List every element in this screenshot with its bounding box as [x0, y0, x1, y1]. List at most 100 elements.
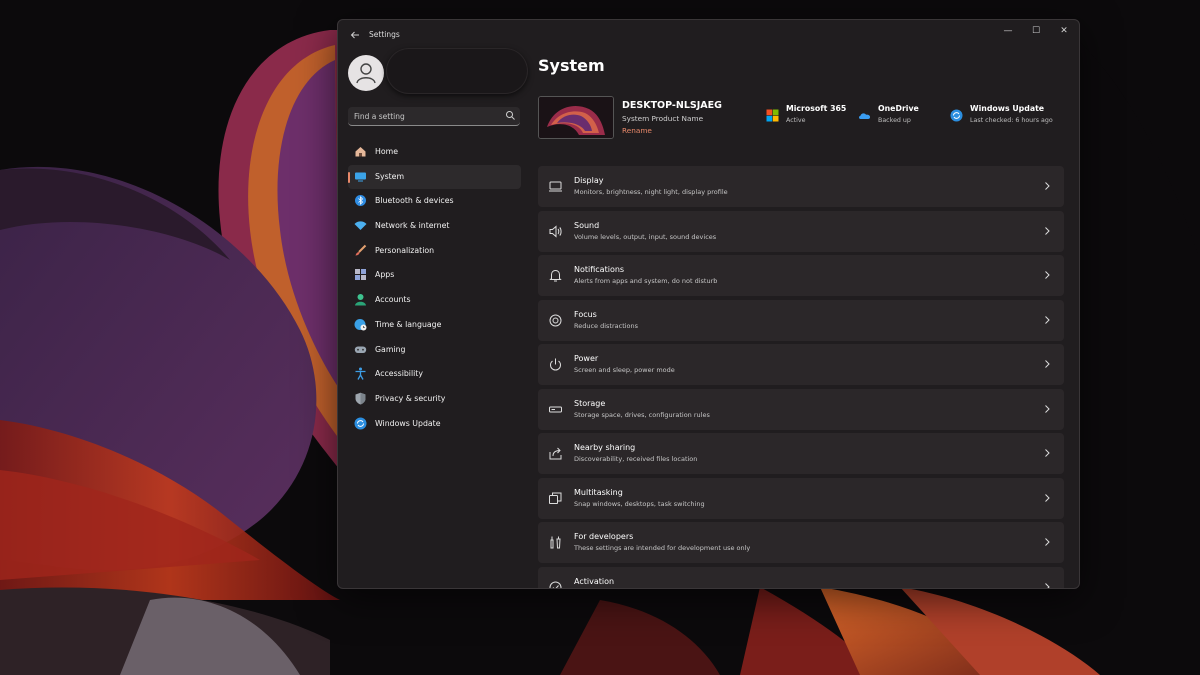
shield-icon: [355, 392, 366, 405]
settings-card-nearby-sharing[interactable]: Nearby sharing Discoverability, received…: [538, 433, 1064, 474]
maximize-button[interactable]: ☐: [1022, 20, 1050, 42]
microsoft-365-icon: [766, 109, 779, 122]
sidebar-item-label: Personalization: [375, 245, 435, 255]
update-icon: [354, 417, 367, 430]
settings-card-focus[interactable]: Focus Reduce distractions: [538, 299, 1064, 341]
wallpaper-preview: [539, 97, 613, 138]
sidebar-item-label: Bluetooth & devices: [375, 196, 454, 206]
sidebar-item-accessibility[interactable]: Accessibility: [348, 362, 521, 387]
chevron-right-icon: [1045, 226, 1050, 235]
sidebar-item-accounts[interactable]: Accounts: [348, 288, 521, 313]
card-subtitle: Snap windows, desktops, task switching: [574, 499, 705, 508]
chevron-right-icon: [1045, 271, 1050, 279]
chevron-right-icon: [1045, 582, 1050, 588]
card-subtitle: Alerts from apps and system, do not dist…: [574, 277, 718, 285]
home-icon: [355, 147, 366, 157]
sidebar-item-bluetooth[interactable]: Bluetooth & devices: [348, 189, 521, 214]
bluetooth-icon: [355, 195, 366, 207]
card-subtitle: Monitors, brightness, night light, displ…: [574, 188, 728, 196]
window-title: Settings: [369, 30, 400, 39]
sidebar-item-label: System: [375, 171, 405, 181]
card-subtitle: Discoverability, received files location: [574, 455, 698, 463]
chevron-right-icon: [1045, 315, 1050, 324]
sidebar-item-label: Apps: [375, 270, 395, 280]
card-title: Multitasking: [574, 487, 623, 497]
card-title: Activation: [574, 576, 615, 586]
share-icon: [549, 447, 562, 460]
card-subtitle: Reduce distractions: [574, 321, 639, 330]
brush-icon: [355, 244, 367, 256]
sidebar-item-label: Gaming: [375, 344, 406, 354]
accessibility-icon: [355, 367, 366, 381]
windows-update-icon: [950, 109, 963, 122]
storage-icon: [549, 406, 562, 412]
sidebar-item-system[interactable]: System: [348, 164, 521, 190]
globe-clock-icon: [354, 318, 367, 331]
chevron-right-icon: [1045, 449, 1050, 457]
sidebar-item-label: Home: [375, 147, 399, 156]
back-button[interactable]: [346, 26, 364, 44]
minimize-button[interactable]: —: [994, 20, 1022, 42]
desktop-wallpaper-thumbnail[interactable]: [538, 96, 614, 139]
card-subtitle: Volume levels, output, input, sound devi…: [574, 232, 717, 241]
settings-card-notifications[interactable]: Notifications Alerts from apps and syste…: [538, 255, 1064, 296]
redacted-user-name: [386, 48, 528, 94]
focus-icon: [549, 314, 562, 326]
sidebar-item-home[interactable]: Home: [348, 140, 521, 165]
settings-window: Settings — ☐ ✕ Home: [337, 19, 1080, 589]
settings-card-for-developers[interactable]: For developers These settings are intend…: [538, 522, 1064, 563]
close-button[interactable]: ✕: [1050, 20, 1078, 42]
search-box[interactable]: [348, 107, 520, 126]
search-input[interactable]: [354, 109, 494, 123]
sidebar-item-apps[interactable]: Apps: [348, 263, 521, 288]
chevron-right-icon: [1045, 360, 1050, 368]
device-name: DESKTOP-NLSJAEG: [622, 100, 722, 111]
card-title: Display: [574, 176, 604, 185]
multitasking-icon: [549, 492, 562, 504]
sidebar-item-label: Accessibility: [375, 369, 423, 379]
sidebar-item-time-language[interactable]: Time & language: [348, 313, 521, 338]
card-title: For developers: [574, 532, 634, 541]
sidebar-item-privacy[interactable]: Privacy & security: [348, 387, 521, 412]
settings-card-sound[interactable]: Sound Volume levels, output, input, soun…: [538, 210, 1064, 252]
settings-card-display[interactable]: Display Monitors, brightness, night ligh…: [538, 166, 1064, 207]
sidebar-item-label: Windows Update: [375, 418, 441, 428]
sidebar-item-gaming[interactable]: Gaming: [348, 338, 521, 363]
system-icon: [355, 172, 366, 182]
card-title: Power: [574, 354, 599, 363]
settings-card-multitasking[interactable]: Multitasking Snap windows, desktops, tas…: [538, 477, 1064, 519]
chevron-right-icon: [1045, 404, 1050, 413]
page-title: System: [538, 56, 605, 75]
onedrive-icon: [859, 113, 871, 119]
sidebar-item-personalization[interactable]: Personalization: [348, 239, 521, 264]
settings-card-activation[interactable]: Activation: [538, 566, 1064, 588]
settings-card-power[interactable]: Power Screen and sleep, power mode: [538, 344, 1064, 385]
card-subtitle: Storage space, drives, configuration rul…: [574, 410, 710, 419]
card-title: Focus: [574, 309, 597, 319]
settings-card-storage[interactable]: Storage Storage space, drives, configura…: [538, 388, 1064, 430]
sidebar-item-windows-update[interactable]: Windows Update: [348, 412, 521, 437]
chevron-right-icon: [1045, 493, 1050, 502]
search-icon[interactable]: [505, 110, 516, 121]
display-icon: [549, 181, 562, 192]
gamepad-icon: [354, 346, 367, 353]
status-title: Windows Update: [970, 104, 1045, 113]
developer-icon: [550, 536, 561, 549]
rename-link[interactable]: Rename: [622, 126, 652, 135]
accounts-icon: [355, 294, 366, 306]
sidebar-item-network[interactable]: Network & internet: [348, 214, 521, 239]
device-model: System Product Name: [622, 114, 704, 123]
card-title: Storage: [574, 398, 606, 408]
card-title: Nearby sharing: [574, 443, 636, 452]
status-subtitle: Last checked: 6 hours ago: [970, 117, 1053, 124]
chevron-right-icon: [1045, 182, 1050, 190]
sidebar-item-label: Network & internet: [375, 221, 450, 231]
chevron-right-icon: [1045, 538, 1050, 546]
apps-icon: [355, 269, 366, 281]
power-icon: [550, 358, 561, 371]
card-subtitle: Screen and sleep, power mode: [574, 366, 675, 374]
status-subtitle: Active: [786, 117, 806, 124]
sidebar-item-label: Accounts: [375, 295, 411, 305]
wifi-icon: [354, 221, 367, 231]
bell-icon: [549, 269, 562, 282]
